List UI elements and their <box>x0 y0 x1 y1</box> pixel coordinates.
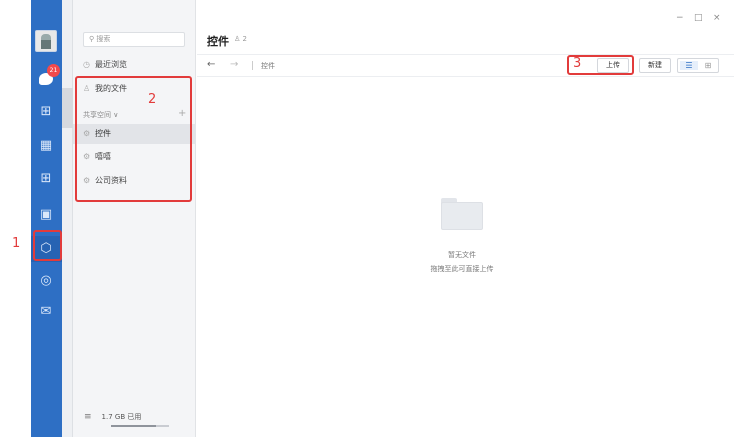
storage-bar-fill <box>111 425 157 427</box>
chat-unread-badge: 21 <box>47 64 60 77</box>
minimize-icon[interactable]: − <box>676 13 684 23</box>
member-count[interactable]: ♙ 2 <box>234 35 247 43</box>
sidebar-scrollbar[interactable] <box>62 88 73 128</box>
empty-hint: 拖拽至此可直接上传 <box>430 265 494 273</box>
mail-icon[interactable]: ✉ <box>34 302 58 322</box>
back-arrow-icon[interactable]: ← <box>207 59 215 70</box>
doc-icon[interactable]: ▣ <box>34 205 58 225</box>
sidebar-gutter <box>62 0 73 437</box>
maximize-icon[interactable]: □ <box>694 13 703 23</box>
search-placeholder: 搜索 <box>96 35 111 43</box>
breadcrumb-divider <box>252 61 253 70</box>
annotation-box-2 <box>75 76 192 202</box>
empty-folder-icon <box>441 198 483 230</box>
cloud-icon[interactable]: ◎ <box>34 271 58 291</box>
annotation-label-2: 2 <box>148 92 157 107</box>
page-title: 控件 <box>207 35 229 48</box>
new-button[interactable]: 新建 <box>639 58 671 73</box>
calendar-icon[interactable]: ▦ <box>34 136 58 156</box>
member-count-value: 2 <box>242 35 247 43</box>
view-toggle: ☰ ⊞ <box>677 58 719 73</box>
annotation-label-3: 3 <box>573 56 582 71</box>
menu-icon[interactable]: ≡ <box>84 412 92 422</box>
members-icon: ♙ <box>234 35 243 43</box>
empty-title: 暂无文件 <box>448 251 476 259</box>
close-icon[interactable]: × <box>713 13 721 23</box>
apps-grid-icon[interactable]: ⊞ <box>34 169 58 189</box>
list-view-icon[interactable]: ☰ <box>680 61 698 70</box>
user-avatar[interactable] <box>35 30 57 52</box>
search-input[interactable]: ⚲ 搜索 <box>83 32 185 47</box>
breadcrumb[interactable]: 控件 <box>261 61 275 71</box>
storage-label: 1.7 GB 已用 <box>101 413 142 421</box>
search-icon: ⚲ <box>89 35 95 43</box>
storage-bar <box>111 425 169 427</box>
grid-view-icon[interactable]: ⊞ <box>700 61 716 70</box>
storage-usage: ≡ 1.7 GB 已用 <box>84 412 141 422</box>
clock-icon: ◷ <box>83 60 90 69</box>
sidebar-item-label: 最近浏览 <box>95 60 127 69</box>
annotation-label-1: 1 <box>12 236 21 251</box>
annotation-box-1 <box>33 230 62 261</box>
org-chart-icon[interactable]: ⊞ <box>34 102 58 122</box>
forward-arrow-icon[interactable]: → <box>230 59 238 70</box>
sidebar-item-recent[interactable]: ◷ 最近浏览 <box>73 55 196 75</box>
